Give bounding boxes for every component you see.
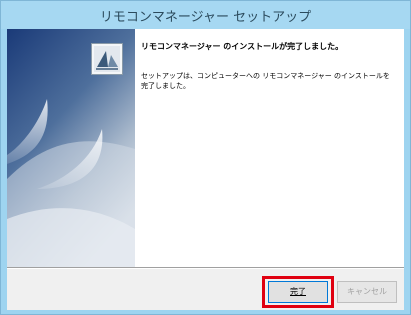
completion-heading: リモコンマネージャー のインストールが完了しました。 — [141, 42, 344, 51]
side-banner — [7, 29, 135, 267]
content-panel: リモコンマネージャー のインストールが完了しました。 セットアップは、コンピュー… — [135, 29, 404, 267]
finish-button-label: 完了 — [290, 287, 306, 296]
window-title: リモコンマネージャー セットアップ — [99, 10, 312, 25]
setup-window: リモコンマネージャー セットアップ リモコンマネージャー のインストールが完了し… — [0, 0, 411, 315]
finish-button[interactable]: 完了 — [268, 281, 328, 303]
divider-highlight — [7, 268, 404, 269]
dialog-client: リモコンマネージャー のインストールが完了しました。 セットアップは、コンピュー… — [7, 29, 404, 310]
completion-message: セットアップは、コンピューターへの リモコンマネージャー のインストールを完了し… — [141, 72, 390, 90]
installer-logo-icon — [91, 43, 123, 75]
cancel-button-label: キャンセル — [347, 287, 387, 296]
cancel-button[interactable]: キャンセル — [337, 281, 397, 303]
title-bar[interactable]: リモコンマネージャー セットアップ — [1, 1, 410, 29]
